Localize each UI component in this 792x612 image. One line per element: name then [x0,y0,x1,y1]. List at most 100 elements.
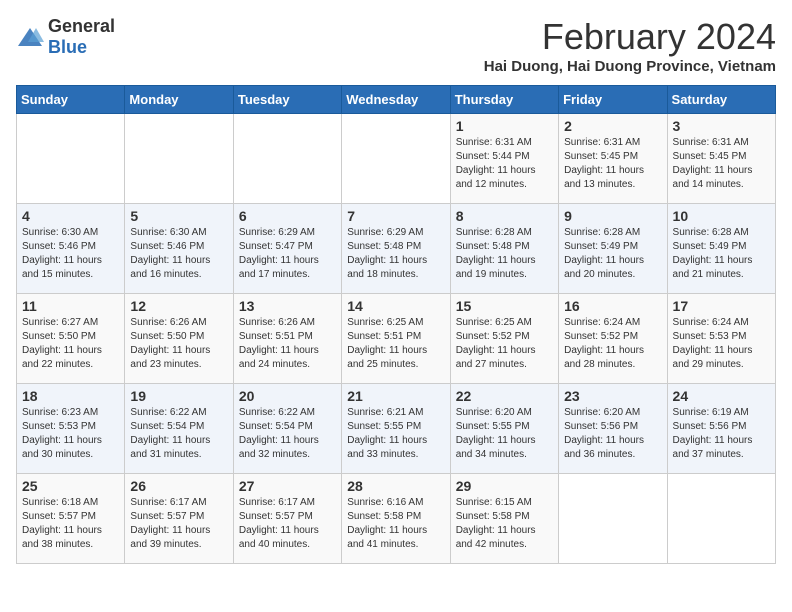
calendar-cell: 7 Sunrise: 6:29 AM Sunset: 5:48 PM Daylig… [342,204,450,294]
day-info: Sunrise: 6:23 AM Sunset: 5:53 PM Dayligh… [22,406,119,462]
day-info: Sunrise: 6:27 AM Sunset: 5:50 PM Dayligh… [22,316,119,372]
day-number: 10 [673,208,770,224]
day-info: Sunrise: 6:30 AM Sunset: 5:46 PM Dayligh… [130,226,227,282]
calendar-cell: 25 Sunrise: 6:18 AM Sunset: 5:57 PM Dayli… [17,474,125,564]
day-number: 17 [673,298,770,314]
day-number: 3 [673,118,770,134]
calendar-cell: 9 Sunrise: 6:28 AM Sunset: 5:49 PM Daylig… [559,204,667,294]
day-number: 26 [130,478,227,494]
day-number: 29 [456,478,553,494]
day-number: 1 [456,118,553,134]
day-info: Sunrise: 6:31 AM Sunset: 5:44 PM Dayligh… [456,136,553,192]
calendar-cell: 16 Sunrise: 6:24 AM Sunset: 5:52 PM Dayli… [559,294,667,384]
calendar-cell: 13Sunrise: 6:26 AM Sunset: 5:51 PM Dayli… [233,294,341,384]
day-info: Sunrise: 6:31 AM Sunset: 5:45 PM Dayligh… [673,136,770,192]
calendar-cell: 27 Sunrise: 6:17 AM Sunset: 5:57 PM Dayli… [233,474,341,564]
calendar-cell: 14 Sunrise: 6:25 AM Sunset: 5:51 PM Dayli… [342,294,450,384]
title-area: February 2024 Hai Duong, Hai Duong Provi… [484,16,776,75]
day-number: 15 [456,298,553,314]
day-number: 16 [564,298,661,314]
calendar-cell: 28 Sunrise: 6:16 AM Sunset: 5:58 PM Dayli… [342,474,450,564]
day-info: Sunrise: 6:17 AM Sunset: 5:57 PM Dayligh… [130,496,227,552]
calendar-cell: 4 Sunrise: 6:30 AM Sunset: 5:46 PM Daylig… [17,204,125,294]
logo-blue: Blue [48,37,87,57]
day-number: 14 [347,298,444,314]
col-header-thursday: Thursday [450,86,558,114]
day-info: Sunrise: 6:25 AM Sunset: 5:51 PM Dayligh… [347,316,444,372]
day-info: Sunrise: 6:22 AM Sunset: 5:54 PM Dayligh… [239,406,336,462]
col-header-saturday: Saturday [667,86,775,114]
day-info: Sunrise: 6:24 AM Sunset: 5:52 PM Dayligh… [564,316,661,372]
week-row-3: 18 Sunrise: 6:23 AM Sunset: 5:53 PM Dayli… [17,384,776,474]
day-info: Sunrise: 6:17 AM Sunset: 5:57 PM Dayligh… [239,496,336,552]
calendar-cell: 1 Sunrise: 6:31 AM Sunset: 5:44 PM Daylig… [450,114,558,204]
calendar-cell [342,114,450,204]
day-info: Sunrise: 6:15 AM Sunset: 5:58 PM Dayligh… [456,496,553,552]
day-number: 9 [564,208,661,224]
calendar-cell [559,474,667,564]
day-number: 21 [347,388,444,404]
calendar-cell: 19Sunrise: 6:22 AM Sunset: 5:54 PM Dayli… [125,384,233,474]
day-info: Sunrise: 6:21 AM Sunset: 5:55 PM Dayligh… [347,406,444,462]
day-number: 4 [22,208,119,224]
calendar-cell: 24Sunrise: 6:19 AM Sunset: 5:56 PM Dayli… [667,384,775,474]
day-number: 20 [239,388,336,404]
col-header-wednesday: Wednesday [342,86,450,114]
logo: General Blue [16,16,115,58]
calendar-cell: 18 Sunrise: 6:23 AM Sunset: 5:53 PM Dayli… [17,384,125,474]
day-number: 22 [456,388,553,404]
calendar-cell: 10 Sunrise: 6:28 AM Sunset: 5:49 PM Dayli… [667,204,775,294]
day-info: Sunrise: 6:28 AM Sunset: 5:49 PM Dayligh… [673,226,770,282]
calendar-title: February 2024 [484,16,776,58]
day-info: Sunrise: 6:16 AM Sunset: 5:58 PM Dayligh… [347,496,444,552]
calendar-cell: 12Sunrise: 6:26 AM Sunset: 5:50 PM Dayli… [125,294,233,384]
header: General Blue February 2024 Hai Duong, Ha… [16,16,776,75]
calendar-cell [125,114,233,204]
calendar-cell: 20 Sunrise: 6:22 AM Sunset: 5:54 PM Dayli… [233,384,341,474]
calendar-cell: 3 Sunrise: 6:31 AM Sunset: 5:45 PM Daylig… [667,114,775,204]
day-info: Sunrise: 6:31 AM Sunset: 5:45 PM Dayligh… [564,136,661,192]
day-info: Sunrise: 6:28 AM Sunset: 5:48 PM Dayligh… [456,226,553,282]
day-number: 8 [456,208,553,224]
day-number: 28 [347,478,444,494]
week-row-0: 1 Sunrise: 6:31 AM Sunset: 5:44 PM Daylig… [17,114,776,204]
day-number: 18 [22,388,119,404]
calendar-cell [233,114,341,204]
calendar-cell: 15Sunrise: 6:25 AM Sunset: 5:52 PM Dayli… [450,294,558,384]
day-info: Sunrise: 6:26 AM Sunset: 5:51 PM Dayligh… [239,316,336,372]
col-header-monday: Monday [125,86,233,114]
day-number: 6 [239,208,336,224]
col-header-friday: Friday [559,86,667,114]
day-info: Sunrise: 6:29 AM Sunset: 5:47 PM Dayligh… [239,226,336,282]
calendar-cell: 6 Sunrise: 6:29 AM Sunset: 5:47 PM Daylig… [233,204,341,294]
day-number: 25 [22,478,119,494]
day-number: 24 [673,388,770,404]
calendar-cell: 21 Sunrise: 6:21 AM Sunset: 5:55 PM Dayli… [342,384,450,474]
calendar-cell: 23Sunrise: 6:20 AM Sunset: 5:56 PM Dayli… [559,384,667,474]
calendar-subtitle: Hai Duong, Hai Duong Province, Vietnam [484,58,776,75]
col-header-tuesday: Tuesday [233,86,341,114]
day-info: Sunrise: 6:18 AM Sunset: 5:57 PM Dayligh… [22,496,119,552]
day-number: 5 [130,208,227,224]
calendar-cell: 2Sunrise: 6:31 AM Sunset: 5:45 PM Daylig… [559,114,667,204]
day-number: 7 [347,208,444,224]
day-info: Sunrise: 6:30 AM Sunset: 5:46 PM Dayligh… [22,226,119,282]
calendar-cell [667,474,775,564]
week-row-4: 25 Sunrise: 6:18 AM Sunset: 5:57 PM Dayli… [17,474,776,564]
calendar-table: SundayMondayTuesdayWednesdayThursdayFrid… [16,85,776,564]
calendar-cell: 29 Sunrise: 6:15 AM Sunset: 5:58 PM Dayli… [450,474,558,564]
day-number: 27 [239,478,336,494]
day-info: Sunrise: 6:29 AM Sunset: 5:48 PM Dayligh… [347,226,444,282]
day-number: 11 [22,298,119,314]
calendar-cell: 17Sunrise: 6:24 AM Sunset: 5:53 PM Dayli… [667,294,775,384]
day-info: Sunrise: 6:22 AM Sunset: 5:54 PM Dayligh… [130,406,227,462]
week-row-1: 4 Sunrise: 6:30 AM Sunset: 5:46 PM Daylig… [17,204,776,294]
calendar-cell: 22Sunrise: 6:20 AM Sunset: 5:55 PM Dayli… [450,384,558,474]
calendar-cell: 11 Sunrise: 6:27 AM Sunset: 5:50 PM Dayli… [17,294,125,384]
week-row-2: 11 Sunrise: 6:27 AM Sunset: 5:50 PM Dayli… [17,294,776,384]
calendar-cell [17,114,125,204]
day-info: Sunrise: 6:28 AM Sunset: 5:49 PM Dayligh… [564,226,661,282]
calendar-cell: 26 Sunrise: 6:17 AM Sunset: 5:57 PM Dayli… [125,474,233,564]
calendar-cell: 8 Sunrise: 6:28 AM Sunset: 5:48 PM Daylig… [450,204,558,294]
calendar-header-row: SundayMondayTuesdayWednesdayThursdayFrid… [17,86,776,114]
